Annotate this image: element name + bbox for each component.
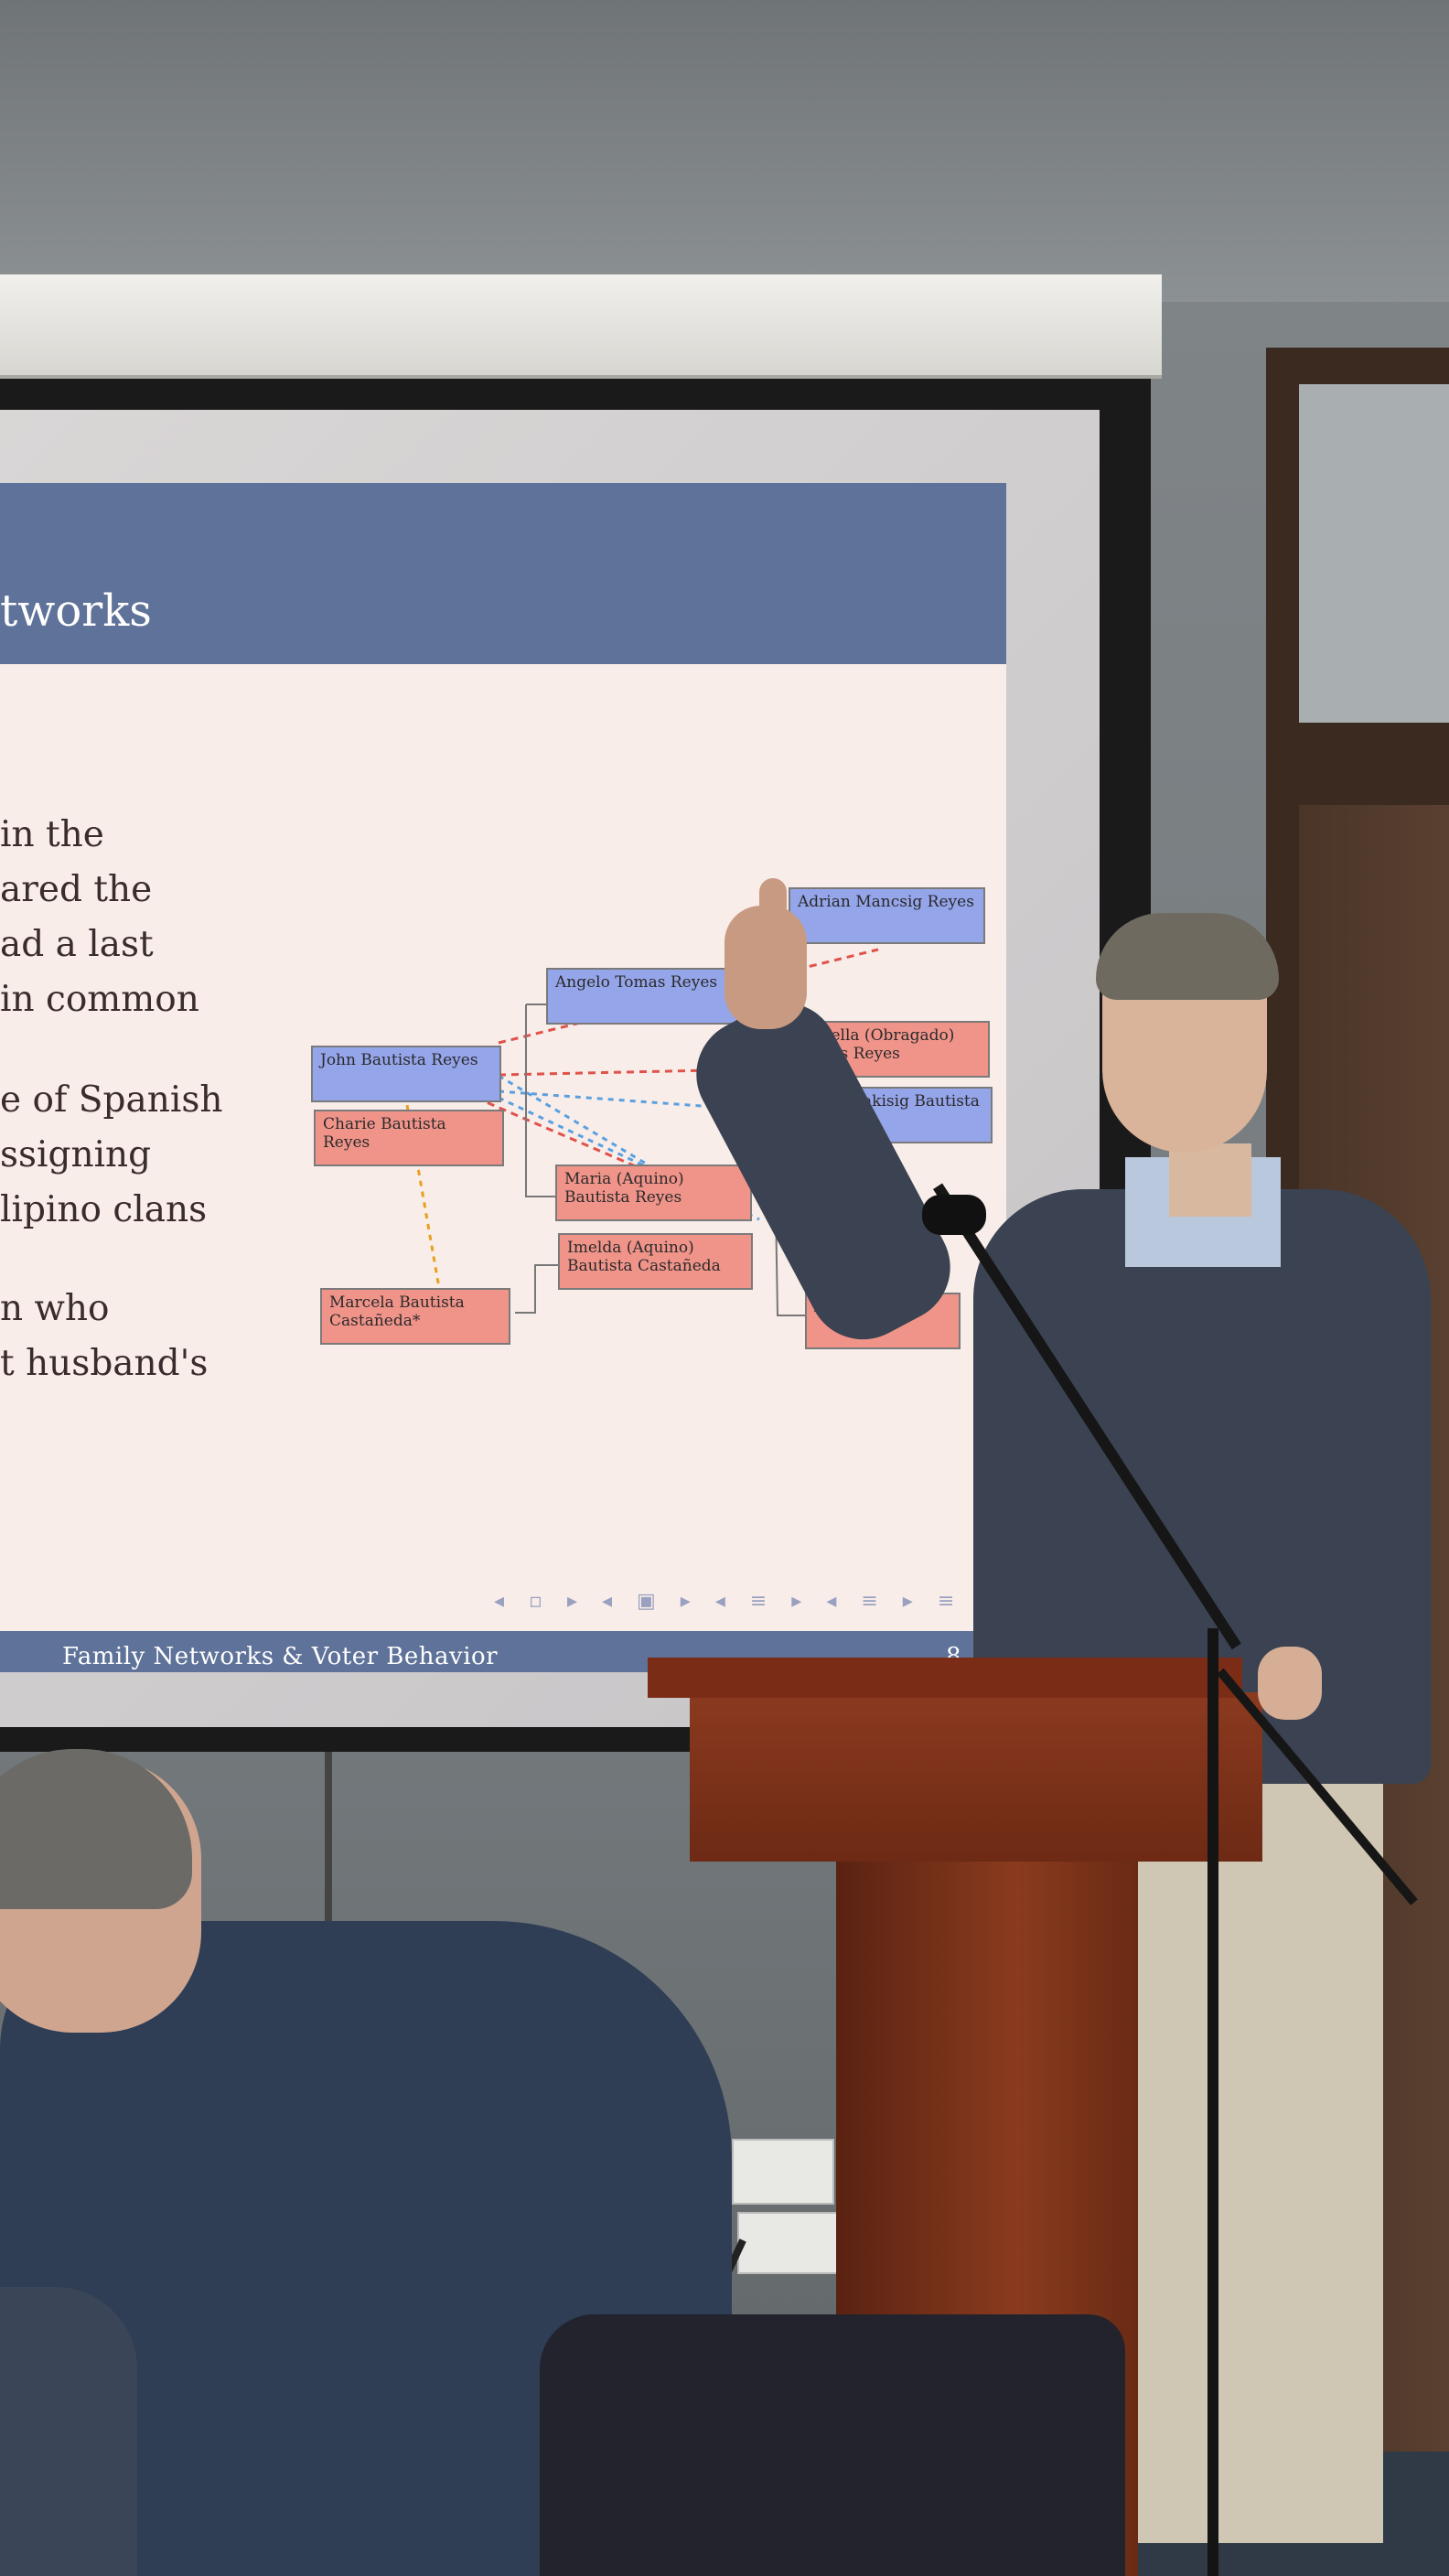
screen-housing <box>0 274 1162 379</box>
speaker-right-hand <box>1258 1647 1322 1720</box>
wall-switch <box>732 2139 834 2205</box>
microphone <box>922 1195 986 1235</box>
ceiling <box>0 0 1449 302</box>
speaker-hair <box>1096 913 1279 1000</box>
podium-lectern <box>690 1692 1262 1862</box>
chair-with-jacket <box>540 2314 1125 2576</box>
speaker-thumb <box>759 878 787 933</box>
photo-scene: tworks in the ared the ad a last in comm… <box>0 0 1449 2576</box>
microphone-stand <box>1208 1628 1218 2576</box>
network-node: Maria (Aquino) Bautista Reyes <box>555 1165 752 1221</box>
power-outlet <box>737 2212 838 2274</box>
audience-member-left <box>0 2287 137 2576</box>
podium-top <box>648 1658 1242 1698</box>
network-node: Angelo Tomas Reyes <box>546 968 738 1025</box>
slide-footer-title: Family Networks & Voter Behavior <box>62 1643 499 1670</box>
tree-connector <box>515 1264 558 1314</box>
speaker-neck <box>1169 1143 1251 1217</box>
slide-navigation-icons: ◂ ▫ ▸ ◂ ▣ ▸ ◂ ≡ ▸ ◂ ≡ ▸ ≡ ◦ <box>494 1590 1001 1613</box>
network-node: Adrian Mancsig Reyes <box>789 887 985 944</box>
network-node: Charie Bautista Reyes <box>314 1110 504 1166</box>
network-node: John Bautista Reyes <box>311 1046 501 1102</box>
door-window <box>1299 384 1449 723</box>
network-node: Imelda (Aquino) Bautista Castañeda <box>558 1233 753 1290</box>
network-node: Marcela Bautista Castañeda* <box>320 1288 510 1345</box>
